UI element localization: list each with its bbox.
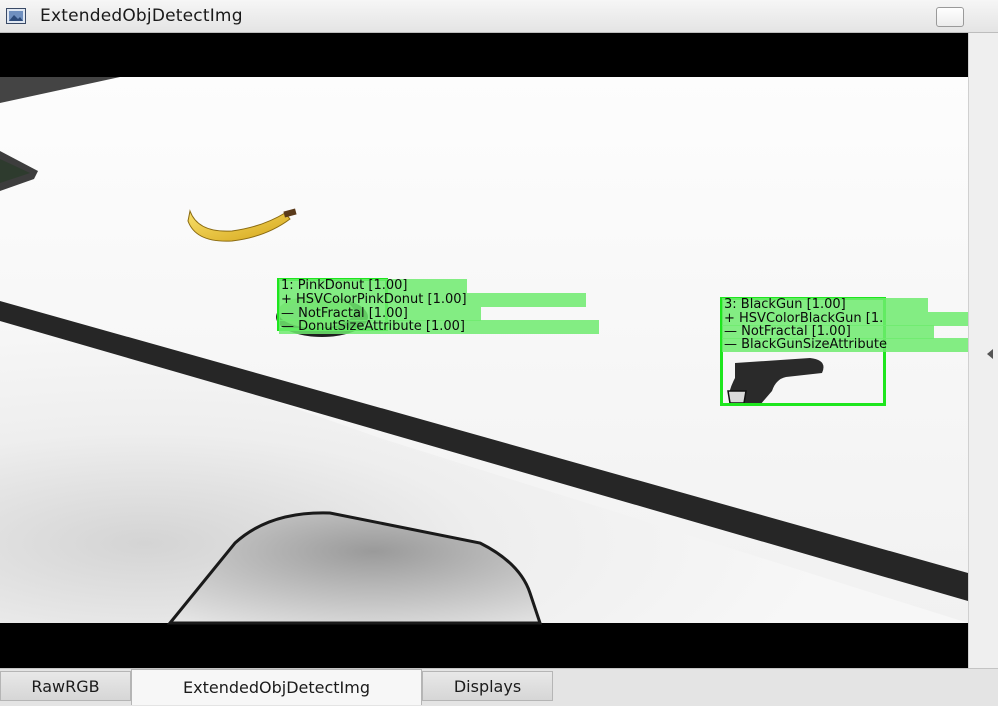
panel-splitter[interactable]: [968, 33, 998, 668]
undock-button[interactable]: [936, 7, 964, 27]
detection-attribute-line: — DonutSizeAttribute [1.00]: [279, 320, 599, 334]
detection-attribute-line: — NotFractal [1.00]: [279, 307, 481, 321]
detection-attribute-line: — BlackGunSizeAttribute: [722, 338, 968, 352]
tab-displays[interactable]: Displays: [422, 671, 553, 701]
detection-attribute-line: + HSVColorBlackGun [1.: [722, 312, 968, 326]
detection-label-black-gun: 3: BlackGun [1.00]: [722, 298, 928, 312]
tab-extendedobjdetectimg[interactable]: ExtendedObjDetectImg: [131, 669, 422, 705]
detection-attribute-line: — NotFractal [1.00]: [722, 325, 934, 339]
tab-rawrgb[interactable]: RawRGB: [0, 671, 131, 701]
window-title: ExtendedObjDetectImg: [40, 6, 243, 26]
image-icon: [6, 8, 26, 24]
detection-label-pink-donut: 1: PinkDonut [1.00]: [279, 279, 467, 293]
image-viewport: 1: PinkDonut [1.00] + HSVColorPinkDonut …: [0, 33, 968, 668]
detection-attribute-line: + HSVColorPinkDonut [1.00]: [279, 293, 586, 307]
collapse-arrow-icon[interactable]: [987, 349, 993, 359]
window-title-bar: ExtendedObjDetectImg: [0, 0, 998, 33]
tab-bar: RawRGB ExtendedObjDetectImg Displays: [0, 668, 998, 706]
